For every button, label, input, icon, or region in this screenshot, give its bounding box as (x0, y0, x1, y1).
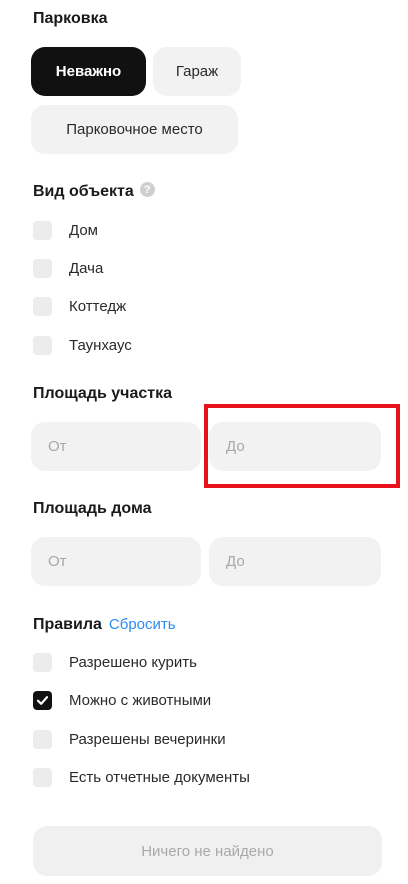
parking-title: Парковка (33, 10, 108, 27)
search-results-button-label: Ничего не найдено (141, 842, 274, 860)
rules-title-text: Правила (33, 616, 102, 633)
object-type-option-dacha[interactable]: Дача (33, 257, 103, 279)
checkbox-label: Можно с животными (69, 691, 212, 709)
house-area-to-input[interactable] (209, 537, 381, 586)
rules-title: Правила Сбросить (33, 616, 176, 634)
checkbox-label: Дом (69, 221, 98, 239)
checkbox-label: Есть отчетные документы (69, 768, 250, 786)
checkbox[interactable] (33, 296, 52, 316)
house-area-title: Площадь дома (33, 500, 152, 517)
search-results-button[interactable]: Ничего не найдено (33, 826, 382, 876)
checkbox-label: Таунхаус (69, 336, 132, 354)
checkbox[interactable] (33, 767, 52, 787)
checkbox-label: Разрешены вечеринки (69, 730, 226, 748)
reset-link[interactable]: Сбросить (109, 616, 176, 633)
parking-option-any[interactable]: Неважно (31, 47, 146, 96)
house-area-from-input[interactable] (31, 537, 201, 586)
checkbox[interactable] (33, 258, 52, 278)
rules-option-parties[interactable]: Разрешены вечеринки (33, 728, 226, 750)
plot-area-from-input[interactable] (31, 422, 201, 471)
checkmark-icon (36, 695, 49, 705)
checkbox-label: Дача (69, 259, 104, 277)
plot-area-title: Площадь участка (33, 385, 172, 402)
checkbox-checked[interactable] (33, 690, 52, 710)
parking-option-label: Парковочное место (66, 121, 203, 138)
plot-area-to-input[interactable] (209, 422, 381, 471)
object-type-option-townhouse[interactable]: Таунхаус (33, 334, 132, 356)
checkbox-label: Разрешено курить (69, 653, 197, 671)
object-type-title: Вид объекта? (33, 182, 155, 201)
checkbox[interactable] (33, 335, 52, 355)
checkbox-label: Коттедж (69, 297, 127, 315)
rules-option-documents[interactable]: Есть отчетные документы (33, 766, 250, 788)
parking-option-parking-space[interactable]: Парковочное место (31, 105, 238, 154)
checkbox[interactable] (33, 220, 52, 240)
checkbox[interactable] (33, 729, 52, 749)
object-type-option-cottage[interactable]: Коттедж (33, 295, 126, 317)
object-type-title-text: Вид объекта (33, 183, 134, 200)
parking-option-garage[interactable]: Гараж (153, 47, 241, 96)
parking-option-label: Гараж (175, 63, 219, 80)
help-icon[interactable]: ? (139, 182, 155, 198)
rules-option-pets[interactable]: Можно с животными (33, 689, 211, 711)
checkbox[interactable] (33, 652, 52, 672)
object-type-option-house[interactable]: Дом (33, 219, 98, 241)
rules-option-smoking[interactable]: Разрешено курить (33, 651, 197, 673)
parking-option-label: Неважно (55, 63, 122, 80)
